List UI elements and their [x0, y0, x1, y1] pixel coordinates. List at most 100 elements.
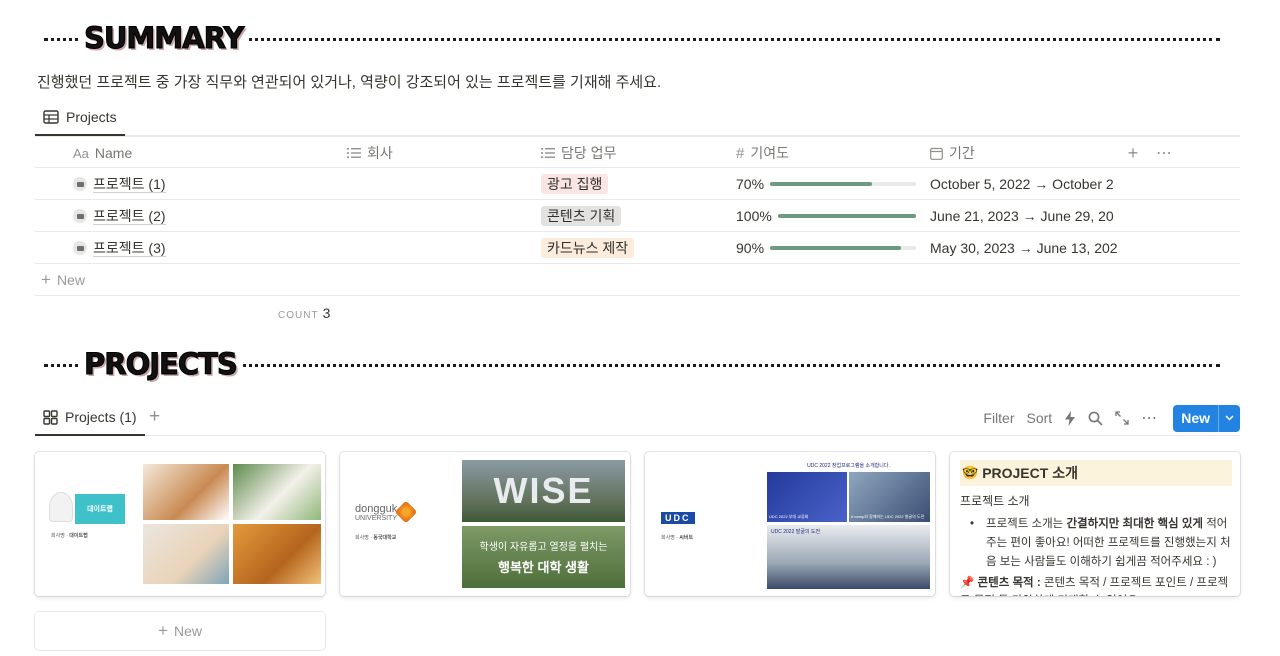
chevron-down-icon[interactable] — [1218, 404, 1240, 432]
more-options-icon[interactable]: ⋯ — [1141, 408, 1157, 428]
list-icon — [541, 147, 555, 159]
row-name-cell: 프로젝트 (3) — [73, 232, 343, 264]
product-photo — [143, 464, 229, 520]
row-contribution-cell: 100% — [736, 200, 926, 232]
summary-heading: SUMMARY — [44, 18, 1220, 58]
table-row[interactable]: 프로젝트 (1) 광고 집행 70% October 5, 2022 → Oct… — [35, 168, 1240, 200]
add-column-icon[interactable]: + — [1123, 137, 1143, 169]
row-task-cell: 광고 집행 — [541, 168, 731, 200]
row-contribution-cell: 90% — [736, 232, 926, 264]
gallery-card[interactable]: 🤓 PROJECT 소개 프로젝트 소개 • 프로젝트 소개는 간결하지만 최대… — [950, 452, 1240, 596]
card-mini-label: 회사명 · 동국대학교 — [355, 535, 397, 541]
card-subtitle: 프로젝트 소개 — [960, 494, 1030, 508]
table-row[interactable]: 프로젝트 (2) 콘텐츠 기획 100% June 21, 2023 → Jun… — [35, 200, 1240, 232]
page-icon — [73, 177, 87, 191]
column-header-contribution[interactable]: # 기여도 — [736, 137, 926, 169]
table-row[interactable]: 프로젝트 (3) 카드뉴스 제작 90% May 30, 2023 → June… — [35, 232, 1240, 264]
row-task-cell: 콘텐츠 기획 — [541, 200, 731, 232]
summary-description: 진행했던 프로젝트 중 가장 직무와 연관되어 있거나, 역량이 강조되어 있는… — [37, 74, 662, 91]
contribution-value: 70% — [736, 176, 765, 192]
gallery-toolbar: Filter Sort ⋯ New — [983, 404, 1240, 432]
progress-bar — [770, 182, 916, 186]
sort-button[interactable]: Sort — [1027, 410, 1053, 426]
projects-heading-text: PROJECTS — [80, 344, 241, 384]
projects-heading: PROJECTS — [44, 344, 1220, 384]
tab-label: Projects (1) — [65, 409, 137, 425]
text-type-icon: Aa — [73, 145, 89, 161]
contribution-value: 90% — [736, 240, 765, 256]
product-photo — [143, 524, 229, 584]
campus-photo: WISE — [462, 460, 625, 522]
period-value: June 21, 2023 → June 29, 20 — [930, 208, 1114, 224]
new-row-content: + New — [41, 270, 85, 289]
event-caption: d·camp와 함께하는 UDC 2022 발굴의 도전 — [851, 514, 925, 519]
card-mini-label: 회사명 · 대이트랩 — [51, 533, 88, 539]
calendar-icon — [930, 147, 943, 160]
page-icon — [73, 209, 87, 223]
event-caption: UDC 2022 부대 교류회 — [769, 514, 809, 519]
progress-bar — [770, 246, 916, 250]
column-header-period[interactable]: 기간 — [930, 137, 1118, 169]
row-count-value: 3 — [322, 305, 331, 321]
row-period-cell: October 5, 2022 → October 2 — [930, 168, 1118, 200]
row-period-cell: June 21, 2023 → June 29, 20 — [930, 200, 1118, 232]
expand-icon[interactable] — [1115, 411, 1129, 425]
period-value: May 30, 2023 → June 13, 202 — [930, 240, 1118, 256]
event-photo: UDC 2022 발굴의 도전 — [767, 525, 930, 589]
column-header-name[interactable]: Aa Name — [73, 137, 343, 169]
card-purpose: 📌 콘텐츠 목적 : 콘텐츠 목적 / 프로젝트 포인트 / 프로젝트 목적 등… — [960, 577, 1229, 596]
filter-button[interactable]: Filter — [983, 410, 1014, 426]
new-button[interactable]: New — [1173, 404, 1240, 432]
tab-projects-table[interactable]: Projects — [35, 100, 125, 136]
progress-fill — [770, 182, 873, 186]
tab-label: Projects — [66, 109, 117, 125]
card-cover: UDC 회사명 · 씨버트 UDC 2022 창업프로그램을 소개합니다. UD… — [645, 452, 935, 596]
table-icon — [43, 110, 59, 124]
logo-mark-icon — [394, 500, 418, 524]
task-tag[interactable]: 카드뉴스 제작 — [541, 238, 635, 258]
task-tag[interactable]: 광고 집행 — [541, 174, 609, 194]
task-tag[interactable]: 콘텐츠 기획 — [541, 206, 622, 226]
number-icon: # — [736, 144, 745, 162]
card-text-preview: 🤓 PROJECT 소개 프로젝트 소개 • 프로젝트 소개는 간결하지만 최대… — [960, 460, 1232, 596]
card-cover: dongguk UNIVERSITY 회사명 · 동국대학교 WISE 학생이 … — [340, 452, 630, 596]
gallery-icon — [43, 409, 58, 425]
new-row-button[interactable]: + New — [35, 264, 1240, 296]
page-icon — [73, 241, 87, 255]
progress-fill — [770, 246, 902, 250]
plus-icon: + — [158, 621, 168, 640]
add-view-icon[interactable]: + — [149, 406, 160, 428]
gallery-card[interactable]: UDC 회사명 · 씨버트 UDC 2022 창업프로그램을 소개합니다. UD… — [645, 452, 935, 596]
product-photo — [233, 464, 321, 520]
tab-projects-gallery[interactable]: Projects (1) — [35, 400, 145, 436]
row-name[interactable]: 프로젝트 (1) — [93, 176, 166, 193]
row-contribution-cell: 70% — [736, 168, 926, 200]
progress-bar — [777, 214, 916, 218]
more-options-icon[interactable]: ⋯ — [1153, 137, 1175, 169]
row-count[interactable]: COUNT 3 — [278, 305, 330, 321]
row-name[interactable]: 프로젝트 (2) — [93, 208, 166, 225]
search-icon[interactable] — [1088, 411, 1103, 426]
period-value: October 5, 2022 → October 2 — [930, 176, 1114, 192]
university-logo: dongguk UNIVERSITY — [355, 503, 398, 523]
brand-banner: 대이트랩 — [75, 494, 125, 524]
card-title-block: 🤓 PROJECT 소개 — [960, 460, 1232, 486]
column-header-task[interactable]: 담당 업무 — [541, 137, 731, 169]
gallery-card[interactable]: 대이트랩 회사명 · 대이트랩 — [35, 452, 325, 596]
row-name-cell: 프로젝트 (1) — [73, 168, 343, 200]
product-photo — [233, 524, 321, 584]
column-header-company[interactable]: 회사 — [347, 137, 537, 169]
table-view-tabs: Projects — [35, 100, 1240, 136]
face-emoji-icon: 🤓 — [962, 465, 979, 480]
row-name-cell: 프로젝트 (2) — [73, 200, 343, 232]
gallery-card[interactable]: dongguk UNIVERSITY 회사명 · 동국대학교 WISE 학생이 … — [340, 452, 630, 596]
new-card-button[interactable]: + New — [35, 612, 325, 650]
lightning-icon[interactable] — [1064, 410, 1076, 426]
pin-icon: 📌 — [960, 577, 975, 589]
event-banner: UDC 2022 창업프로그램을 소개합니다. — [767, 460, 930, 472]
mascot-image — [49, 492, 73, 522]
plus-icon: + — [41, 270, 51, 289]
udc-logo: UDC — [661, 512, 695, 524]
row-name[interactable]: 프로젝트 (3) — [93, 240, 166, 257]
card-cover: 대이트랩 회사명 · 대이트랩 — [35, 452, 325, 596]
